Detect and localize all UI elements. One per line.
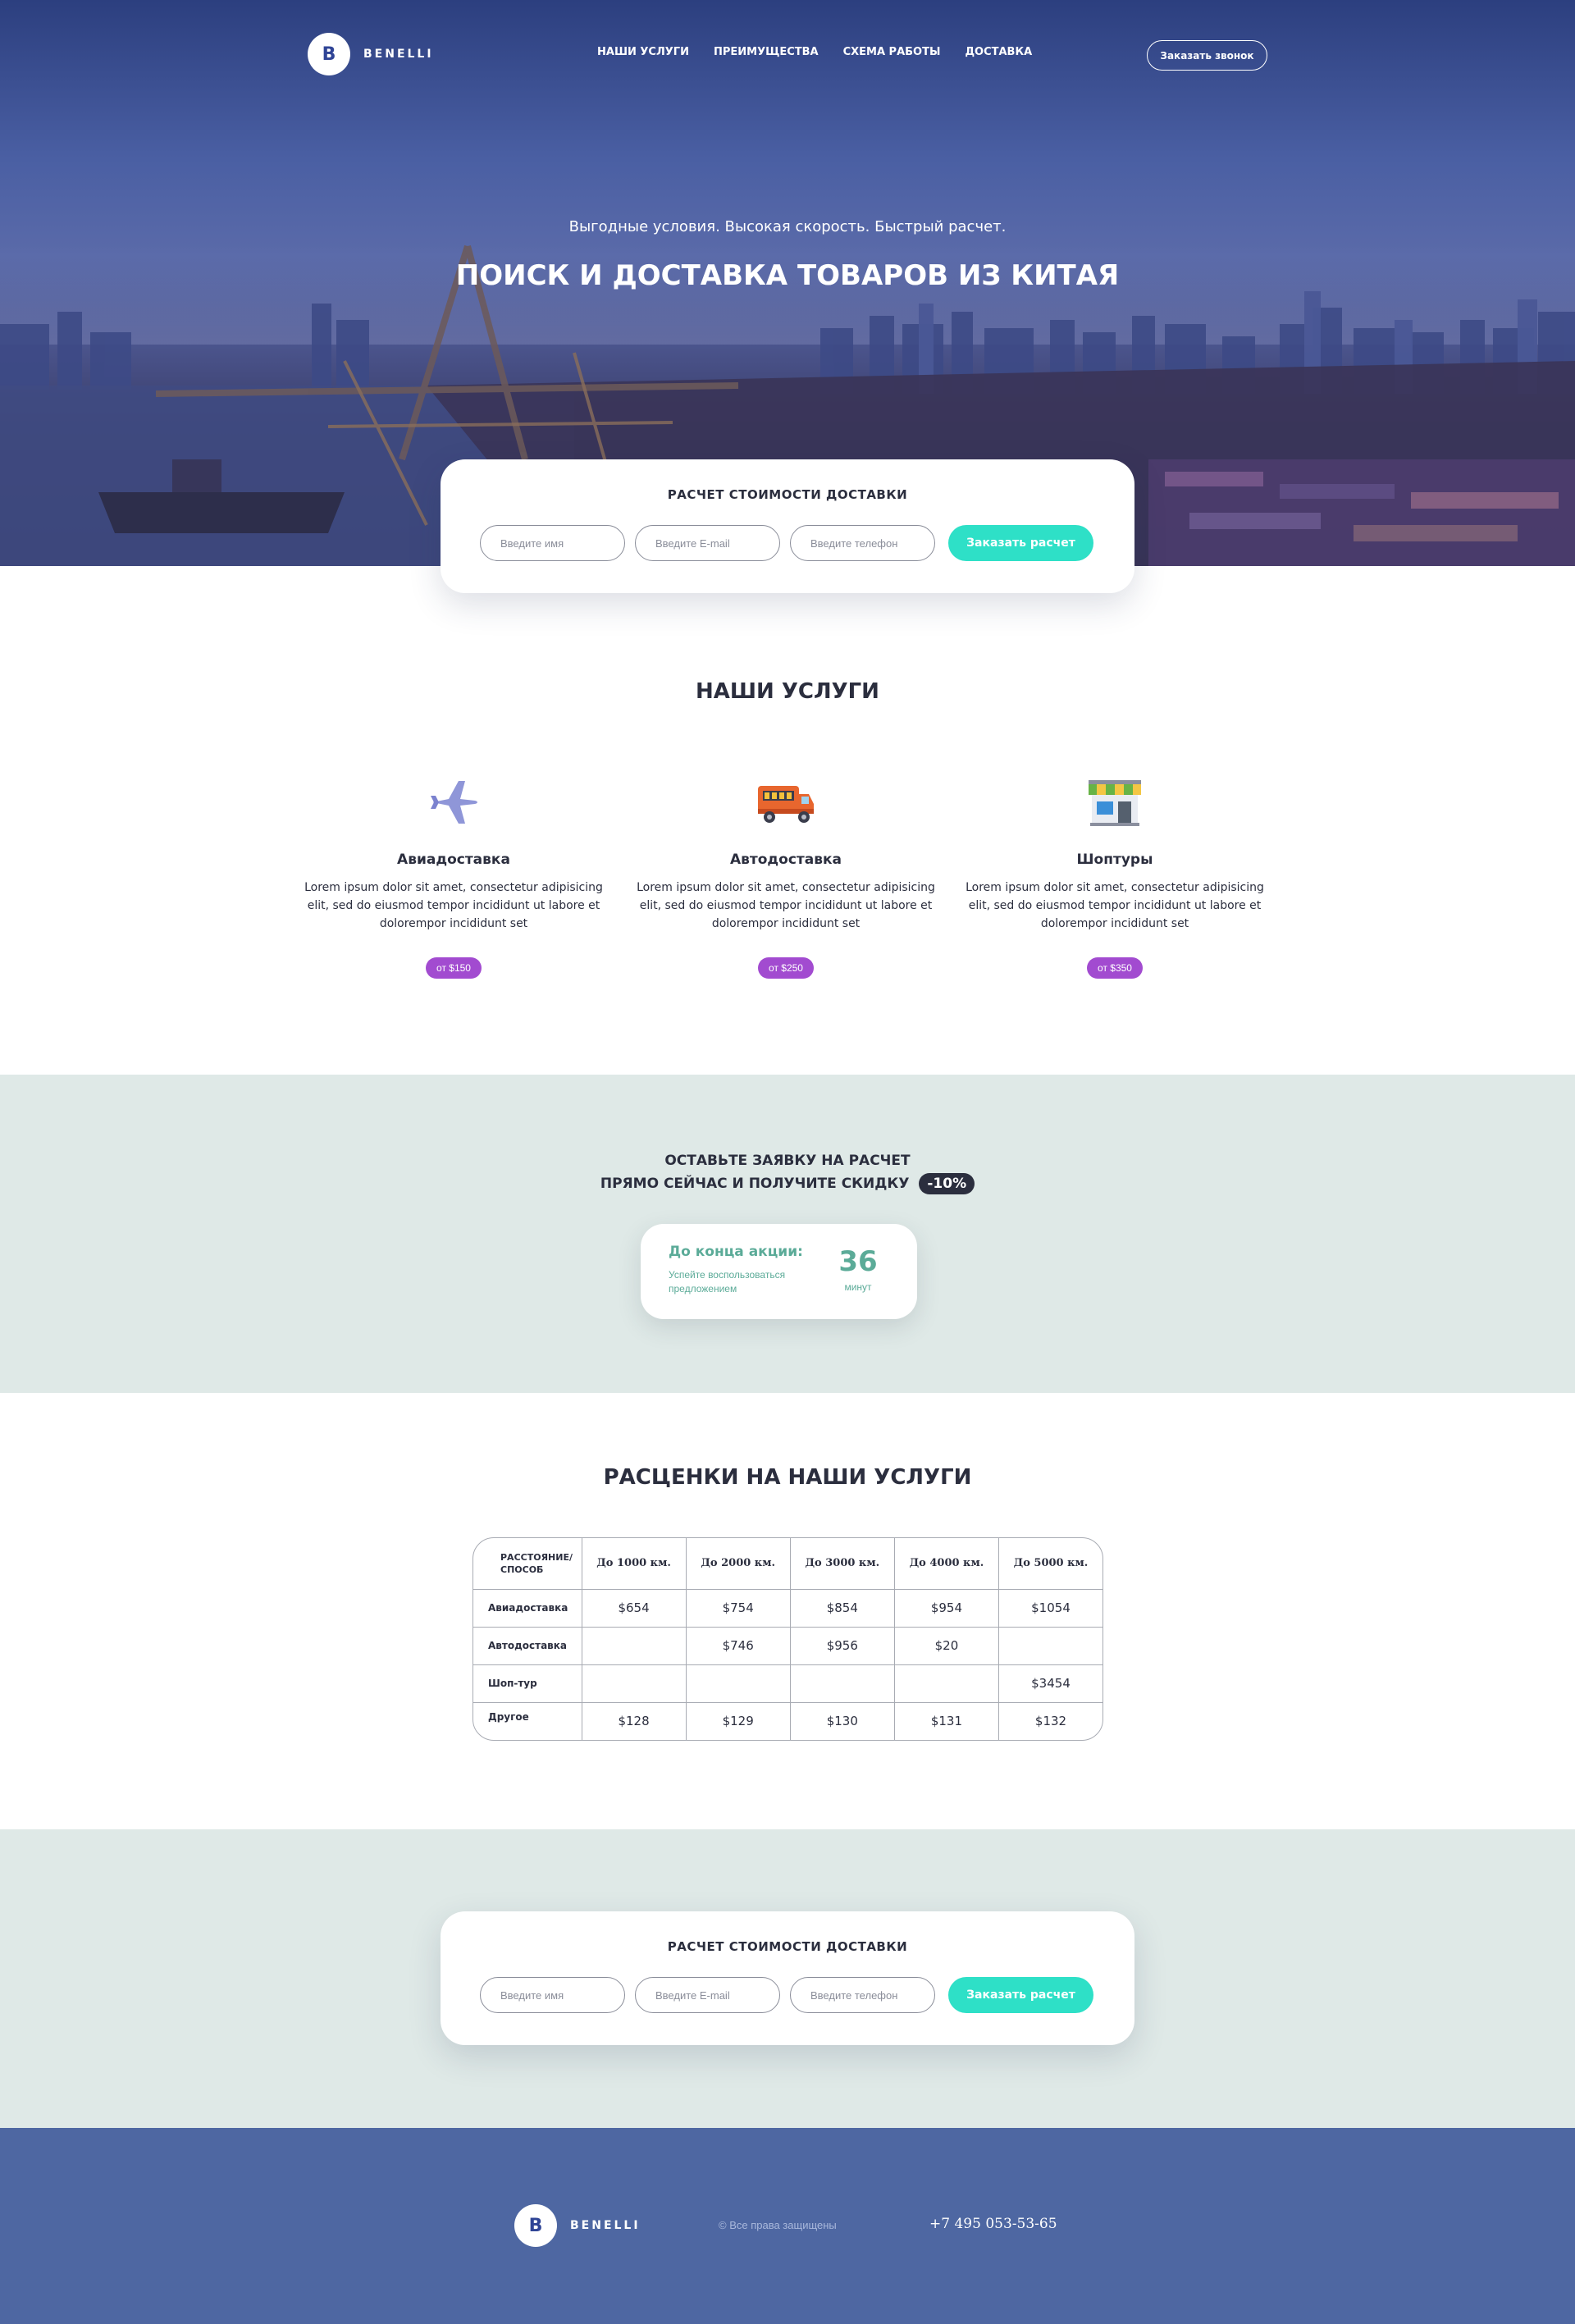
service-card-auto: Автодоставка Lorem ipsum dolor sit amet,…	[634, 769, 938, 979]
column-header: До 2000 км.	[686, 1538, 791, 1590]
row-header: Авиадоставка	[473, 1589, 582, 1628]
table-cell	[998, 1627, 1102, 1665]
countdown-unit: минут	[844, 1281, 872, 1293]
service-price-badge: от $150	[426, 957, 482, 979]
table-cell	[686, 1664, 791, 1703]
table-cell: $131	[894, 1702, 1000, 1740]
table-cell	[894, 1664, 1000, 1703]
logo-mark: B	[308, 33, 350, 75]
service-name: Шоптуры	[1076, 852, 1153, 868]
table-cell: $20	[894, 1627, 1000, 1665]
order-call-button[interactable]: Заказать звонок	[1147, 40, 1267, 71]
truck-icon	[634, 769, 938, 835]
email-input[interactable]	[635, 525, 780, 561]
nav-item-services[interactable]: НАШИ УСЛУГИ	[597, 46, 689, 58]
delivery-calc-form-bottom: РАСЧЕТ СТОИМОСТИ ДОСТАВКИ Заказать расче…	[441, 1911, 1134, 2045]
service-description: Lorem ipsum dolor sit amet, consectetur …	[966, 881, 1264, 930]
promo-line-2: ПРЯМО СЕЙЧАС И ПОЛУЧИТЕ СКИДКУ -10%	[0, 1173, 1575, 1194]
row-header: Другое	[473, 1702, 582, 1740]
brand-logo[interactable]: B BENELLI	[308, 33, 434, 75]
service-card-air: Авиадоставка Lorem ipsum dolor sit amet,…	[302, 769, 605, 979]
nav-item-advantages[interactable]: ПРЕИМУЩЕСТВА	[714, 46, 819, 58]
table-cell: $854	[790, 1589, 895, 1628]
services-section: НАШИ УСЛУГИ Авиадоставка Lorem ipsum dol…	[0, 566, 1575, 1075]
service-price-badge: от $250	[758, 957, 814, 979]
pricing-section: РАСЦЕНКИ НА НАШИ УСЛУГИ РАССТОЯНИЕ/ СПОС…	[0, 1393, 1575, 1829]
name-input[interactable]	[480, 1977, 625, 2013]
logo-mark: B	[514, 2204, 557, 2247]
table-header-row: РАССТОЯНИЕ/ СПОСОБ До 1000 км. До 2000 к…	[473, 1538, 1102, 1590]
shop-icon	[963, 769, 1267, 835]
table-cell: $1054	[998, 1589, 1102, 1628]
table-cell: $129	[686, 1702, 791, 1740]
table-cell: $128	[582, 1702, 687, 1740]
calc-form-row: Заказать расчет	[480, 1977, 1093, 2013]
site-footer: B BENELLI © Все права защищены +7 495 05…	[0, 2128, 1575, 2324]
service-name: Авиадоставка	[397, 852, 510, 868]
brand-name: BENELLI	[363, 48, 434, 61]
order-calc-button[interactable]: Заказать расчет	[948, 1977, 1093, 2013]
pricing-title: РАСЦЕНКИ НА НАШИ УСЛУГИ	[603, 1465, 972, 1490]
nav-item-delivery[interactable]: ДОСТАВКА	[965, 46, 1032, 58]
table-row: Автодоставка $746 $956 $20	[473, 1627, 1102, 1665]
column-header: До 1000 км.	[582, 1538, 687, 1590]
hero-title: ПОИСК И ДОСТАВКА ТОВАРОВ ИЗ КИТАЯ	[455, 259, 1120, 292]
name-input[interactable]	[480, 525, 625, 561]
row-header: Шоп-тур	[473, 1664, 582, 1703]
promo-line-2-text: ПРЯМО СЕЙЧАС И ПОЛУЧИТЕ СКИДКУ	[600, 1176, 910, 1192]
column-header: До 3000 км.	[790, 1538, 895, 1590]
countdown-value: 36	[838, 1245, 878, 1278]
table-row: Другое $128 $129 $130 $131 $132	[473, 1702, 1102, 1740]
table-row: Авиадоставка $654 $754 $854 $954 $1054	[473, 1589, 1102, 1628]
second-form-section: РАСЧЕТ СТОИМОСТИ ДОСТАВКИ Заказать расче…	[0, 1829, 1575, 2128]
services-title: НАШИ УСЛУГИ	[696, 679, 879, 704]
main-nav: НАШИ УСЛУГИ ПРЕИМУЩЕСТВА СХЕМА РАБОТЫ ДО…	[597, 46, 1032, 58]
corner-header: РАССТОЯНИЕ/ СПОСОБ	[473, 1538, 582, 1590]
email-input[interactable]	[635, 1977, 780, 2013]
table-cell: $130	[790, 1702, 895, 1740]
table-cell: $954	[894, 1589, 1000, 1628]
airplane-icon	[302, 769, 605, 835]
copyright-text: © Все права защищены	[719, 2219, 837, 2231]
service-description: Lorem ipsum dolor sit amet, consectetur …	[637, 881, 935, 930]
nav-item-workflow[interactable]: СХЕМА РАБОТЫ	[843, 46, 941, 58]
promo-section: ОСТАВЬТЕ ЗАЯВКУ НА РАСЧЕТ ПРЯМО СЕЙЧАС И…	[0, 1075, 1575, 1393]
table-cell: $754	[686, 1589, 791, 1628]
phone-input[interactable]	[790, 525, 935, 561]
column-header: До 4000 км.	[894, 1538, 1000, 1590]
service-name: Автодоставка	[729, 852, 842, 868]
calc-form-title: РАСЧЕТ СТОИМОСТИ ДОСТАВКИ	[667, 487, 908, 502]
countdown-card: До конца акции: Успейте воспользоваться …	[641, 1224, 917, 1319]
calc-form-row: Заказать расчет	[480, 525, 1093, 561]
hero-subtitle: Выгодные условия. Высокая скорость. Быст…	[568, 218, 1007, 235]
countdown-title: До конца акции:	[669, 1244, 803, 1260]
footer-phone[interactable]: +7 495 053-53-65	[929, 2216, 1057, 2232]
table-cell: $956	[790, 1627, 895, 1665]
order-calc-button[interactable]: Заказать расчет	[948, 525, 1093, 561]
calc-form-title: РАСЧЕТ СТОИМОСТИ ДОСТАВКИ	[667, 1939, 908, 1954]
pricing-table: РАССТОЯНИЕ/ СПОСОБ До 1000 км. До 2000 к…	[472, 1537, 1103, 1741]
countdown-subtitle: Успейте воспользоваться предложением	[669, 1269, 786, 1294]
table-cell: $654	[582, 1589, 687, 1628]
row-header: Автодоставка	[473, 1627, 582, 1665]
table-cell: $746	[686, 1627, 791, 1665]
table-cell	[790, 1664, 895, 1703]
discount-badge: -10%	[919, 1173, 975, 1194]
service-price-badge: от $350	[1087, 957, 1143, 979]
service-card-shoptour: Шоптуры Lorem ipsum dolor sit amet, cons…	[963, 769, 1267, 979]
table-row: Шоп-тур $3454	[473, 1664, 1102, 1703]
promo-line-1: ОСТАВЬТЕ ЗАЯВКУ НА РАСЧЕТ	[664, 1153, 911, 1169]
table-cell: $132	[1034, 1714, 1067, 1729]
table-cell	[582, 1664, 687, 1703]
brand-name: BENELLI	[570, 2219, 641, 2232]
column-header: До 5000 км.	[998, 1538, 1102, 1590]
table-cell	[582, 1627, 687, 1665]
phone-input[interactable]	[790, 1977, 935, 2013]
site-header: B BENELLI НАШИ УСЛУГИ ПРЕИМУЩЕСТВА СХЕМА…	[308, 33, 1267, 75]
service-description: Lorem ipsum dolor sit amet, consectetur …	[304, 881, 603, 930]
footer-logo[interactable]: B BENELLI	[514, 2204, 641, 2247]
table-cell: $3454	[998, 1664, 1102, 1703]
